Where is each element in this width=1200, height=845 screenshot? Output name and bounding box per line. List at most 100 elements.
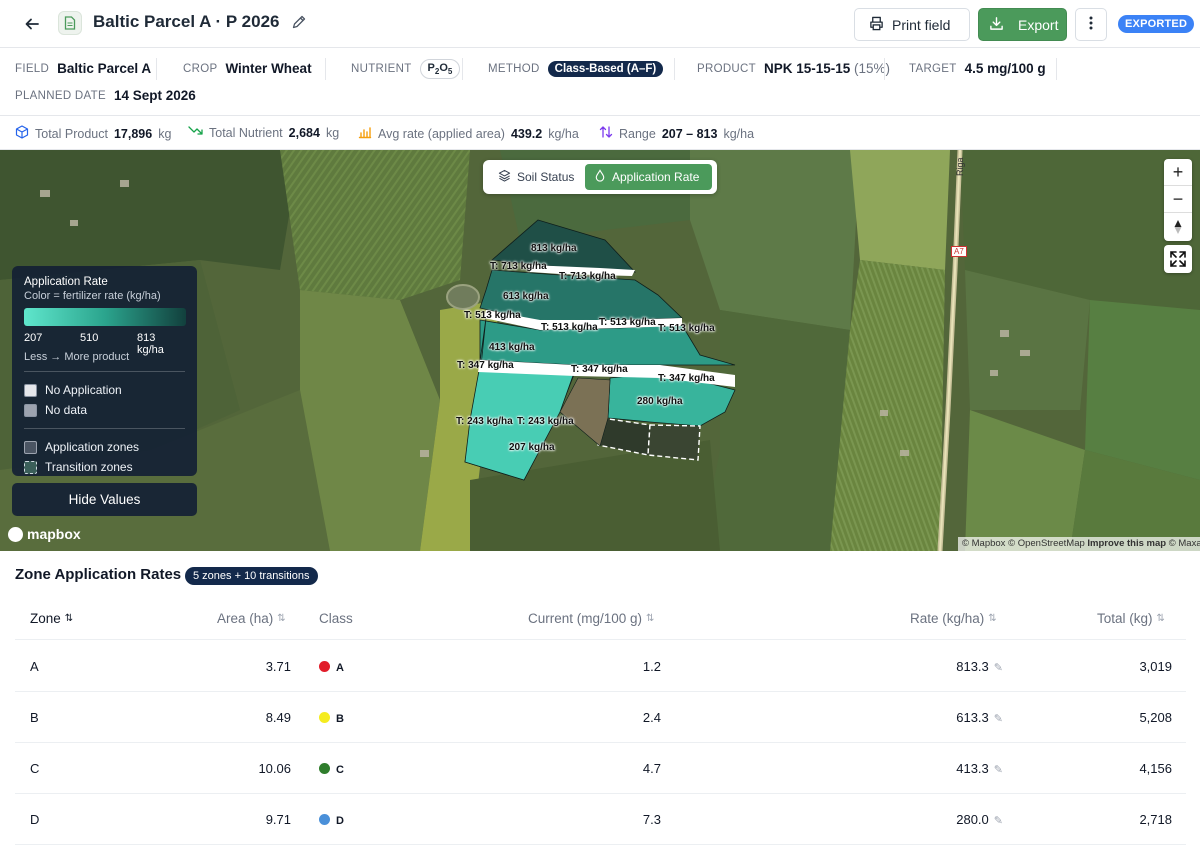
cell-zone: B <box>30 710 39 725</box>
class-letter: D <box>336 815 344 827</box>
zoom-in-button[interactable]: + <box>1164 159 1192 186</box>
crop-value: Winter Wheat <box>225 61 312 76</box>
legend-row-label: Transition zones <box>45 460 133 474</box>
sort-icon: ⇅ <box>64 613 74 624</box>
pencil-edit-icon[interactable]: ✎ <box>994 712 1003 725</box>
swatch-no-data <box>24 403 37 417</box>
target-value: 4.5 mg/100 g <box>964 61 1046 76</box>
stat-unit: kg <box>325 125 340 140</box>
export-button[interactable]: Export <box>978 8 1067 41</box>
rate-value: 813.3 <box>956 659 989 674</box>
class-letter: B <box>336 713 344 725</box>
no-application-zone <box>647 424 701 461</box>
class-color-dot <box>319 763 330 774</box>
sort-icon: ⇅ <box>277 613 286 624</box>
nutrient-sub-5: 5 <box>447 67 453 77</box>
stat-unit: kg <box>158 126 172 141</box>
map-legend: Application Rate Color = fertilizer rate… <box>12 266 197 476</box>
rate-value: 613.3 <box>956 710 989 725</box>
pencil-edit-icon[interactable] <box>291 14 309 32</box>
stat-value: 2,684 <box>288 125 320 140</box>
column-header-current[interactable]: Current (mg/100 g) ⇅ <box>528 611 654 626</box>
hide-values-button[interactable]: Hide Values <box>12 483 197 516</box>
compass-icon <box>1174 219 1182 234</box>
field-meta: FIELD Baltic Parcel A <box>15 61 151 76</box>
target-label: TARGET <box>909 62 957 75</box>
divider <box>884 58 885 80</box>
cell-class: D <box>319 812 344 827</box>
divider <box>462 58 463 80</box>
crop-meta: CROP Winter Wheat <box>183 61 312 76</box>
column-label: Rate (kg/ha) <box>910 611 985 626</box>
swatch-application-zones <box>24 440 37 454</box>
cell-current: 2.4 <box>642 710 661 725</box>
cell-rate[interactable]: 813.3 ✎ <box>895 659 1003 674</box>
cell-rate[interactable]: 413.3 ✎ <box>895 761 1003 776</box>
compass-reset-button[interactable] <box>1164 213 1192 240</box>
attribution-maxar[interactable]: © Maxar <box>1169 538 1200 549</box>
column-label: Area (ha) <box>217 611 274 626</box>
table-row[interactable]: A 3.71 A 1.2 813.3 ✎ 3,019 <box>15 641 1186 692</box>
page-title: Baltic Parcel A · P 2026 <box>93 12 280 31</box>
planned-date-value: 14 Sept 2026 <box>113 88 196 103</box>
column-label: Class <box>319 611 353 626</box>
class-color-dot <box>319 661 330 672</box>
mapbox-logo[interactable]: mapbox <box>8 526 81 542</box>
column-header-area[interactable]: Area (ha) ⇅ <box>217 611 286 626</box>
cell-zone: D <box>30 812 40 827</box>
legend-no-data[interactable]: No data <box>24 400 185 420</box>
zone-label: 413 kg/ha <box>489 342 535 353</box>
printer-icon <box>869 16 884 34</box>
nutrient-meta: NUTRIENT P2O5 <box>351 59 461 80</box>
improve-map-link[interactable]: Improve this map <box>1087 538 1166 549</box>
transition-label: T: 713 kg/ha <box>490 261 547 272</box>
zone-label: 613 kg/ha <box>503 291 549 302</box>
zone-count-badge: 5 zones + 10 transitions <box>185 567 318 585</box>
class-letter: A <box>336 662 344 674</box>
top-bar: Baltic Parcel A · P 2026 Print field Exp… <box>0 0 1200 48</box>
tab-soil-status[interactable]: Soil Status <box>489 164 583 190</box>
pencil-edit-icon[interactable]: ✎ <box>994 814 1003 827</box>
column-header-rate[interactable]: Rate (kg/ha) ⇅ <box>910 611 997 626</box>
method-meta: METHOD Class-Based (A–F) <box>488 61 664 77</box>
cell-rate[interactable]: 280.0 ✎ <box>895 812 1003 827</box>
legend-row-label: Application zones <box>45 440 140 454</box>
table-row[interactable]: D 9.71 D 7.3 280.0 ✎ 2,718 <box>15 794 1186 845</box>
legend-mid: 510 <box>80 332 99 344</box>
more-options-button[interactable] <box>1075 8 1107 41</box>
stat-unit: kg/ha <box>548 126 579 141</box>
bar-chart-icon <box>358 125 372 142</box>
crop-label: CROP <box>183 62 218 75</box>
stat-range: Range 207 – 813 kg/ha <box>599 125 754 142</box>
print-field-button[interactable]: Print field <box>854 8 970 41</box>
stat-value: 17,896 <box>113 126 153 141</box>
trend-down-icon <box>188 125 203 140</box>
droplet-icon <box>594 169 606 185</box>
pencil-edit-icon[interactable]: ✎ <box>994 763 1003 776</box>
zoom-out-button[interactable]: − <box>1164 186 1192 213</box>
road-label-riga: Riga <box>955 157 965 176</box>
swatch-no-application <box>24 383 37 397</box>
map-attribution: © Mapbox © OpenStreetMap Improve this ma… <box>958 537 1200 551</box>
method-label: METHOD <box>488 63 540 75</box>
column-header-total[interactable]: Total (kg) ⇅ <box>1097 611 1165 626</box>
cell-current: 7.3 <box>642 812 661 827</box>
legend-application-zones[interactable]: Application zones <box>24 437 185 457</box>
table-row[interactable]: B 8.49 B 2.4 613.3 ✎ 5,208 <box>15 692 1186 743</box>
target-meta: TARGET 4.5 mg/100 g <box>909 61 1046 76</box>
legend-row-label: No Application <box>45 383 122 397</box>
attribution-text[interactable]: © Mapbox © OpenStreetMap <box>962 538 1085 549</box>
legend-transition-zones[interactable]: Transition zones <box>24 457 185 477</box>
back-arrow-icon[interactable] <box>20 12 44 36</box>
legend-no-application[interactable]: No Application <box>24 380 185 400</box>
column-header-zone[interactable]: Zone ⇅ <box>30 611 73 626</box>
transition-label: T: 513 kg/ha <box>541 322 598 333</box>
pencil-edit-icon[interactable]: ✎ <box>994 661 1003 674</box>
cell-rate[interactable]: 613.3 ✎ <box>895 710 1003 725</box>
table-row[interactable]: C 10.06 C 4.7 413.3 ✎ 4,156 <box>15 743 1186 794</box>
nutrient-o: O <box>439 62 448 74</box>
fullscreen-button[interactable] <box>1164 245 1192 273</box>
product-meta: PRODUCT NPK 15-15-15 (15%) <box>697 61 890 76</box>
tab-application-rate[interactable]: Application Rate <box>585 164 712 190</box>
transition-label: T: 243 kg/ha <box>517 416 574 427</box>
